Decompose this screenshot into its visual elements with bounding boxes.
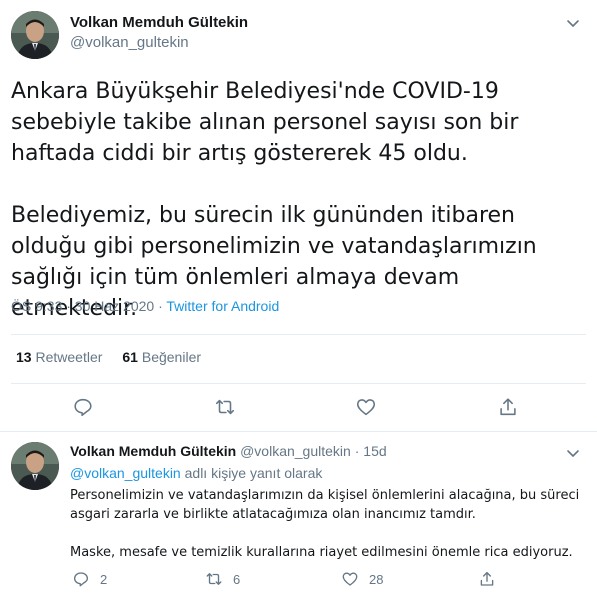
- like-action[interactable]: 28: [341, 570, 383, 588]
- reply-to-mention[interactable]: @volkan_gultekin: [70, 465, 181, 481]
- tweet-stats: 13 Retweetler 61 Beğeniler: [16, 349, 201, 365]
- reply-age[interactable]: 15d: [363, 443, 386, 459]
- avatar[interactable]: [11, 442, 59, 490]
- replying-to: @volkan_gultekin adlı kişiye yanıt olara…: [70, 465, 322, 481]
- reply-count: 2: [100, 571, 108, 587]
- retweet-action[interactable]: 6: [205, 570, 240, 588]
- reply-paragraph: Maske, mesafe ve temizlik kurallarına ri…: [70, 545, 573, 560]
- separator: ·: [354, 443, 360, 459]
- like-icon[interactable]: [341, 570, 359, 588]
- reply-paragraph: Personelimizin ve vatandaşlarımızın da k…: [70, 488, 580, 522]
- reply-to-label: adlı kişiye yanıt olarak: [184, 465, 323, 481]
- retweet-icon[interactable]: [214, 396, 236, 418]
- reply-text: Personelimizin ve vatandaşlarımızın da k…: [70, 486, 590, 562]
- reply-author-name[interactable]: Volkan Memduh Gültekin: [70, 443, 236, 459]
- reply-header: Volkan Memduh Gültekin @volkan_gultekin …: [70, 443, 387, 459]
- like-icon[interactable]: [355, 396, 377, 418]
- tweet-meta: ÖS 9:33 · 30 Haz 2020 · Twitter for Andr…: [11, 298, 279, 314]
- share-icon[interactable]: [478, 570, 496, 588]
- like-count: 28: [369, 571, 384, 587]
- tweet-paragraph: Ankara Büyükşehir Belediyesi'nde COVID-1…: [11, 79, 519, 166]
- source-link[interactable]: Twitter for Android: [166, 298, 279, 314]
- author-name[interactable]: Volkan Memduh Gültekin: [70, 14, 248, 31]
- share-action[interactable]: [478, 570, 506, 588]
- divider: [11, 383, 586, 384]
- chevron-down-icon[interactable]: [563, 13, 583, 33]
- like-stat[interactable]: 61 Beğeniler: [122, 349, 201, 365]
- retweet-icon[interactable]: [205, 570, 223, 588]
- tweet-text: Ankara Büyükşehir Belediyesi'nde COVID-1…: [11, 76, 591, 324]
- retweet-count: 6: [233, 571, 241, 587]
- reply-author-handle[interactable]: @volkan_gultekin: [240, 443, 351, 459]
- reply-icon[interactable]: [72, 396, 94, 418]
- chevron-down-icon[interactable]: [563, 443, 583, 463]
- divider: [11, 334, 586, 335]
- author-handle[interactable]: @volkan_gultekin: [70, 34, 189, 51]
- share-icon[interactable]: [497, 396, 519, 418]
- reply-action[interactable]: 2: [72, 570, 107, 588]
- reply-icon[interactable]: [72, 570, 90, 588]
- timestamp[interactable]: ÖS 9:33 · 30 Haz 2020 ·: [11, 298, 163, 314]
- main-tweet: Volkan Memduh Gültekin @volkan_gultekin …: [0, 0, 597, 432]
- retweet-stat[interactable]: 13 Retweetler: [16, 349, 102, 365]
- avatar[interactable]: [11, 11, 59, 59]
